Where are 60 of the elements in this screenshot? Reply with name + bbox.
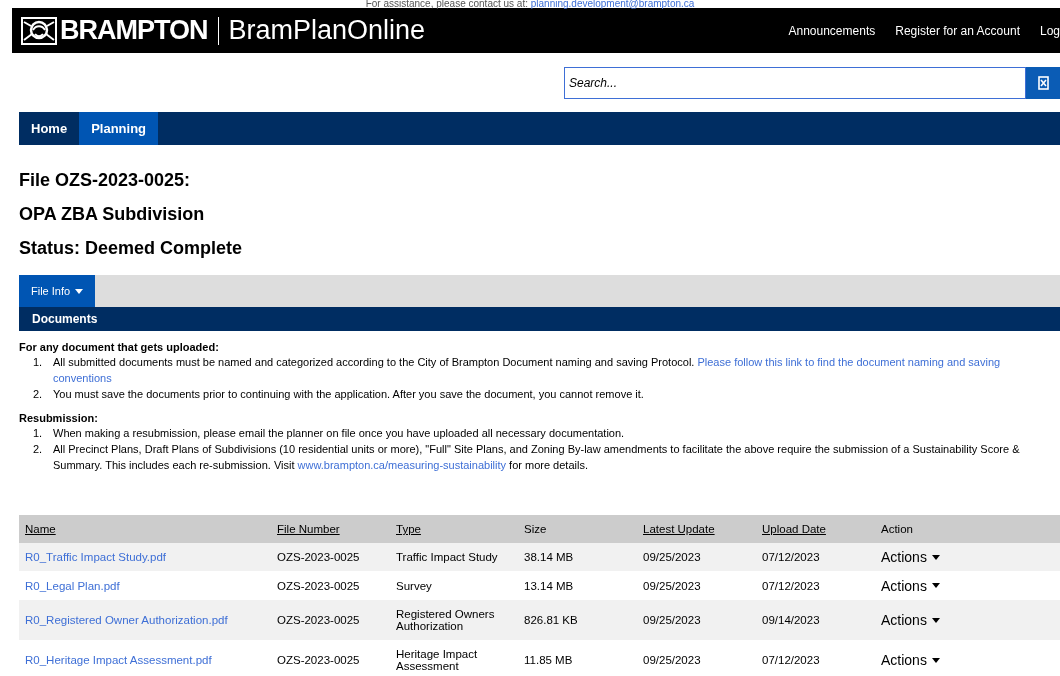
app-title: BramPlanOnline (228, 15, 426, 46)
instruction-text: When making a resubmission, please email the planner on file once you have uploaded all necessary documentation. (53, 426, 625, 441)
list-number: 2. (33, 442, 44, 457)
column-header[interactable]: Type (396, 523, 421, 535)
column-header: Size (524, 523, 547, 535)
text-link[interactable]: www.brampton.ca/measuring-sustainability (297, 459, 507, 471)
column-header[interactable]: Name (25, 523, 56, 535)
table-cell: 09/25/2023 (643, 579, 701, 592)
instruction-heading: For any document that gets uploaded: (19, 341, 220, 353)
actions-button[interactable]: Actions (881, 577, 940, 594)
actions-button[interactable]: Actions (881, 612, 940, 628)
column-header: Action (881, 523, 913, 535)
clear-search-button[interactable] (1026, 67, 1060, 99)
page-heading: OPA ZBA Subdivision (19, 203, 206, 226)
table-cell: Heritage Impact Assessment (396, 648, 478, 672)
header-link[interactable]: Log (1039, 23, 1060, 38)
table-cell: Traffic Impact Study (396, 551, 498, 563)
table-cell: 13.14 MB (524, 579, 574, 592)
page-heading: File OZS-2023-0025: (19, 169, 192, 192)
assistance-note: For assistance, please contact us at: planning.development@brampton.ca (365, 0, 695, 8)
nav-tab[interactable]: Home (19, 112, 80, 145)
actions-button[interactable]: Actions (881, 652, 940, 668)
logo-wordmark: BRAMPTON (60, 15, 208, 46)
table-cell: OZS-2023-0025 (277, 654, 360, 666)
text-link[interactable]: conventions (53, 372, 112, 384)
file-link[interactable]: R0_Legal Plan.pdf (25, 579, 120, 592)
file-link[interactable]: R0_Heritage Impact Assessment.pdf (25, 654, 212, 666)
table-cell: 07/12/2023 (762, 579, 820, 592)
actions-button[interactable]: Actions (881, 549, 940, 565)
table-cell: OZS-2023-0025 (277, 579, 360, 592)
instruction-text: All Precinct Plans, Draft Plans of Subdivisions (10 residential units or more), "Full" Site Plans, and Zoning By-law amendments to facilitate the above require the submission of a Sustainability Score & Summary. This includes each re-submission. Visit www.brampton.ca/measuring-sustainability for more details. (53, 442, 1021, 473)
dropdown-tab[interactable]: File Info (19, 275, 96, 307)
table-cell: Registered Owners Authorization (396, 608, 495, 632)
close-icon (1037, 76, 1049, 90)
list-number: 2. (33, 387, 44, 402)
header-link[interactable]: Announcements (788, 23, 876, 38)
table-cell: OZS-2023-0025 (277, 614, 360, 626)
table-cell: 826.81 KB (524, 614, 578, 626)
instruction-text: All submitted documents must be named and categorized according to the City of Brampton Document naming and saving Protocol. Please follow this link to find the document naming and saving conventions (53, 355, 1001, 386)
table-cell: 07/12/2023 (762, 551, 820, 563)
instruction-heading: Resubmission: (19, 412, 99, 424)
table-cell: 09/25/2023 (643, 654, 701, 666)
list-number: 1. (33, 355, 44, 370)
section-title: Documents (32, 312, 98, 326)
list-number: 1. (33, 426, 44, 441)
table-cell: 11.85 MB (524, 654, 573, 666)
page-heading: Status: Deemed Complete (19, 237, 244, 260)
table-cell: 38.14 MB (524, 551, 574, 563)
search-field[interactable]: Search... (564, 67, 1026, 99)
table-cell: Survey (396, 579, 432, 592)
table-cell: 09/25/2023 (643, 614, 701, 626)
nav-tab[interactable]: Planning (79, 112, 158, 145)
instruction-text: You must save the documents prior to continuing with the application. After you save the document, you cannot remove it. (53, 387, 644, 402)
table-cell: 07/12/2023 (762, 654, 820, 666)
table-cell: 09/14/2023 (762, 614, 820, 626)
text-link[interactable]: Please follow this link to find the document naming and saving (697, 356, 1001, 368)
table-cell: OZS-2023-0025 (277, 551, 360, 563)
table-cell: 09/25/2023 (643, 551, 701, 563)
header-link[interactable]: Register for an Account (895, 23, 1020, 38)
email-link[interactable]: planning.development@brampton.ca (530, 0, 695, 9)
